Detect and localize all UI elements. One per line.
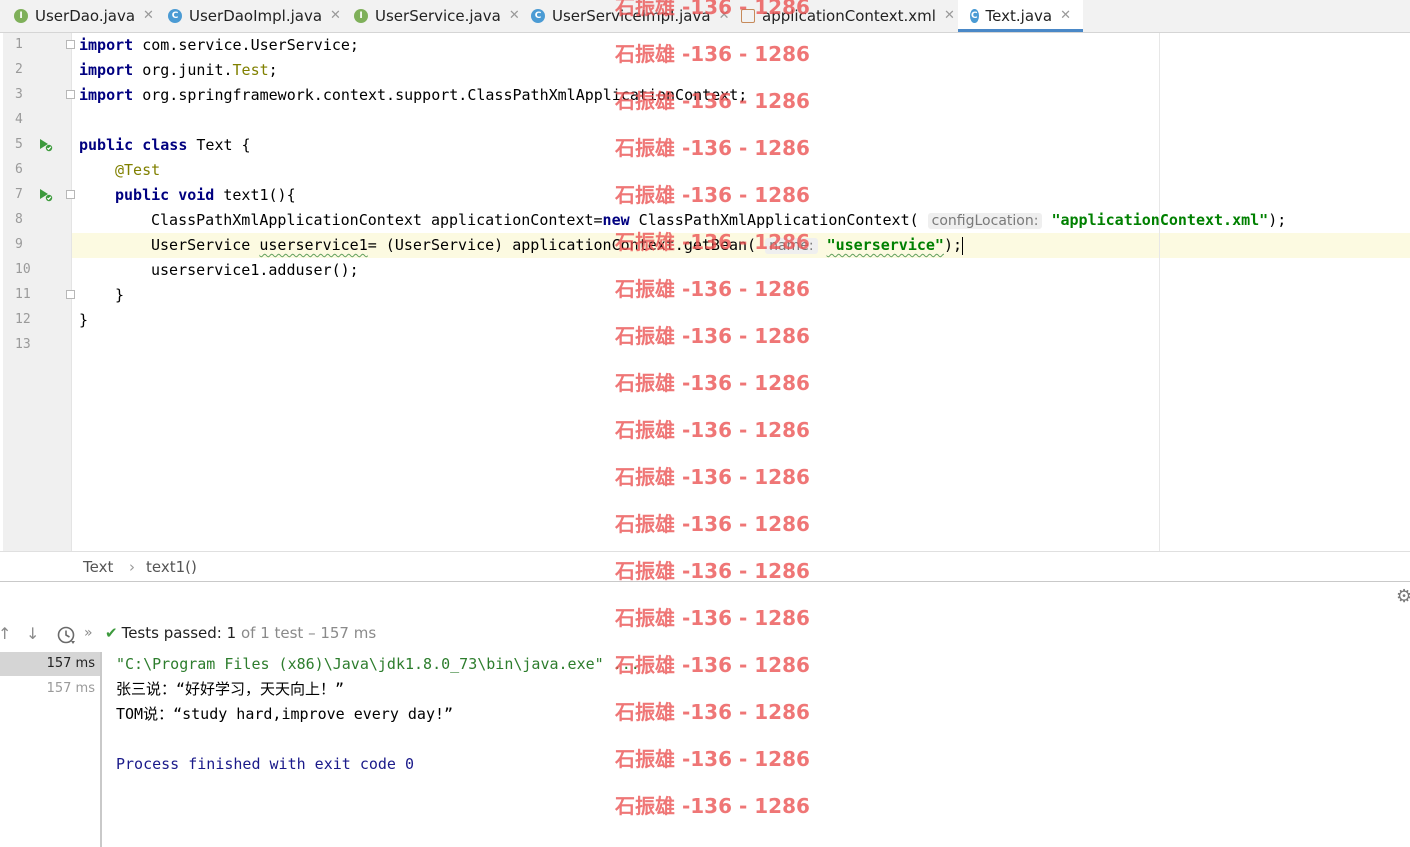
arrow-up-icon[interactable]: ↑ bbox=[0, 624, 11, 643]
test-status: ✔ Tests passed: 1 of 1 test – 157 ms bbox=[105, 624, 377, 642]
tab-applicationcontext-xml[interactable]: applicationContext.xml ✕ bbox=[741, 0, 955, 31]
class-icon: C bbox=[168, 8, 182, 23]
test-tree-row[interactable]: 157 ms bbox=[0, 652, 100, 676]
code-editor[interactable]: 1 2 3 4 5 6 7 8 9 10 11 12 13 import com… bbox=[0, 33, 1410, 551]
fold-marker[interactable] bbox=[66, 40, 75, 49]
breadcrumb-separator: › bbox=[129, 558, 135, 576]
line-number: 11 bbox=[15, 287, 31, 302]
line-number: 5 bbox=[15, 137, 23, 152]
run-test-icon[interactable] bbox=[39, 188, 53, 202]
right-margin-guide bbox=[1159, 33, 1160, 551]
line-number: 2 bbox=[15, 62, 23, 77]
editor-tab-bar: I UserDao.java ✕ C UserDaoImpl.java ✕ I … bbox=[0, 0, 1410, 33]
check-icon: ✔ bbox=[105, 624, 118, 642]
run-tool-window: ⚙ ↑ ↓ » ✔ Tests passed: 1 of 1 test – 157… bbox=[0, 582, 1410, 847]
fold-marker[interactable] bbox=[66, 190, 75, 199]
text-caret bbox=[962, 236, 964, 255]
tab-label: UserService.java bbox=[375, 6, 501, 25]
line-number-gutter: 1 2 3 4 5 6 7 8 9 10 11 12 13 bbox=[3, 33, 72, 551]
console-command-line: "C:\Program Files (x86)\Java\jdk1.8.0_73… bbox=[116, 655, 640, 673]
tab-userservice[interactable]: I UserService.java ✕ bbox=[354, 0, 520, 31]
code-line: import org.junit.Test; bbox=[79, 61, 278, 79]
line-number: 12 bbox=[15, 312, 31, 327]
close-icon[interactable]: ✕ bbox=[719, 8, 730, 23]
run-test-icon[interactable] bbox=[39, 138, 53, 152]
code-line: public class Text { bbox=[79, 136, 251, 154]
interface-icon: I bbox=[14, 8, 28, 23]
line-number: 6 bbox=[15, 162, 23, 177]
line-number: 10 bbox=[15, 262, 31, 277]
tab-text-java[interactable]: C Text.java ✕ bbox=[958, 0, 1083, 32]
test-tree-row[interactable]: 157 ms bbox=[0, 677, 100, 701]
code-line: } bbox=[115, 286, 125, 304]
line-number: 8 bbox=[15, 212, 23, 227]
tab-label: UserServiceImpl.java bbox=[552, 6, 711, 25]
code-line: } bbox=[79, 311, 89, 329]
tab-userdaoimpl[interactable]: C UserDaoImpl.java ✕ bbox=[168, 0, 341, 31]
console-exit-line: Process finished with exit code 0 bbox=[116, 755, 415, 773]
code-line: @Test bbox=[115, 161, 161, 179]
close-icon[interactable]: ✕ bbox=[330, 8, 341, 23]
breadcrumb: Text › text1() bbox=[0, 551, 1410, 582]
tab-label: Text.java bbox=[985, 6, 1053, 25]
line-number: 9 bbox=[15, 237, 23, 252]
breadcrumb-class[interactable]: Text bbox=[83, 558, 113, 576]
line-number: 7 bbox=[15, 187, 23, 202]
code-line: import org.springframework.context.suppo… bbox=[79, 86, 748, 104]
history-clock-icon[interactable] bbox=[56, 625, 76, 645]
parameter-hint: name: bbox=[765, 238, 818, 254]
tab-userserviceimpl[interactable]: C UserServiceImpl.java ✕ bbox=[531, 0, 729, 31]
line-number: 3 bbox=[15, 87, 23, 102]
class-test-icon: C bbox=[970, 8, 979, 23]
test-tree: 157 ms 157 ms bbox=[0, 652, 102, 847]
close-icon[interactable]: ✕ bbox=[944, 8, 955, 23]
interface-icon: I bbox=[354, 8, 368, 23]
tab-label: applicationContext.xml bbox=[762, 6, 936, 25]
xml-file-icon bbox=[741, 8, 755, 23]
code-line: ClassPathXmlApplicationContext applicati… bbox=[151, 211, 1287, 229]
fold-marker[interactable] bbox=[66, 290, 75, 299]
line-number: 4 bbox=[15, 112, 23, 127]
run-toolbar: ↑ ↓ » ✔ Tests passed: 1 of 1 test – 157 m… bbox=[0, 618, 1410, 648]
class-icon: C bbox=[531, 8, 545, 23]
console-output-line: TOM说：“study hard,improve every day!” bbox=[116, 705, 454, 723]
tab-userdao[interactable]: I UserDao.java ✕ bbox=[14, 0, 154, 31]
arrow-down-icon[interactable]: ↓ bbox=[26, 624, 39, 643]
code-line-current: UserService userservice1= (UserService) … bbox=[151, 236, 964, 255]
tab-label: UserDao.java bbox=[35, 6, 136, 25]
code-line: public void text1(){ bbox=[115, 186, 296, 204]
console-output-line: 张三说：“好好学习，天天向上！” bbox=[116, 680, 345, 698]
close-icon[interactable]: ✕ bbox=[143, 8, 154, 23]
gear-icon[interactable]: ⚙ bbox=[1396, 586, 1410, 607]
line-number: 1 bbox=[15, 37, 23, 52]
breadcrumb-method[interactable]: text1() bbox=[146, 558, 197, 576]
code-line: userservice1.adduser(); bbox=[151, 261, 359, 279]
tab-label: UserDaoImpl.java bbox=[189, 6, 323, 25]
close-icon[interactable]: ✕ bbox=[1060, 8, 1071, 23]
more-chevron-icon[interactable]: » bbox=[84, 625, 93, 641]
close-icon[interactable]: ✕ bbox=[509, 8, 520, 23]
code-line: import com.service.UserService; bbox=[79, 36, 359, 54]
fold-marker[interactable] bbox=[66, 90, 75, 99]
parameter-hint: configLocation: bbox=[927, 213, 1043, 229]
line-number: 13 bbox=[15, 337, 31, 352]
